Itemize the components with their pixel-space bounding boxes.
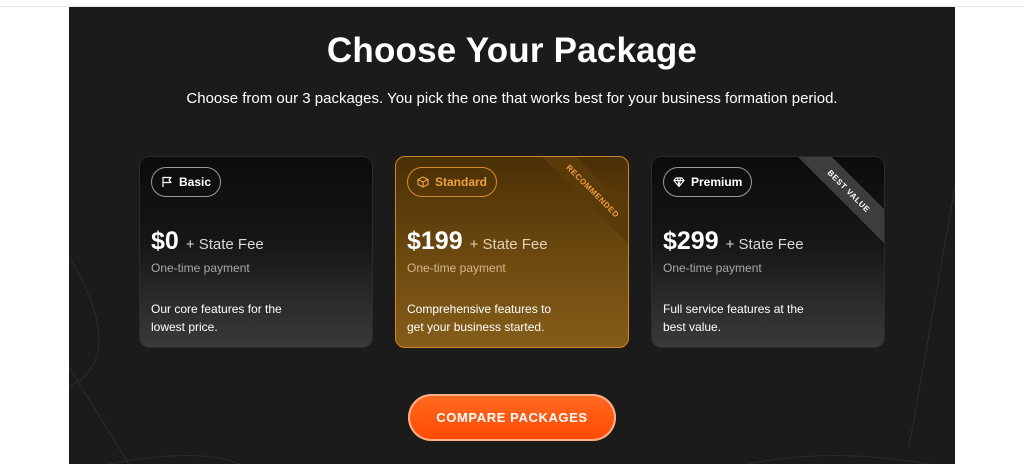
package-name: Premium [691,175,743,189]
state-fee-label: + State Fee [185,236,264,253]
package-name: Standard [435,175,488,189]
package-price: $0 [151,227,179,255]
payment-type: One-time payment [407,261,506,275]
recommended-ribbon: RECOMMENDED [538,157,628,246]
package-price: $299 [663,227,719,255]
pricing-section: Choose Your Package Choose from our 3 pa… [69,7,955,464]
diamond-icon [673,177,685,188]
package-card-premium[interactable]: Premium BEST VALUE $299 + State Fee One-… [651,156,885,348]
page-subtitle: Choose from our 3 packages. You pick the… [186,90,838,107]
best-value-ribbon: BEST VALUE [794,157,884,246]
state-fee-label: + State Fee [725,236,804,253]
state-fee-label: + State Fee [469,236,548,253]
package-card-standard[interactable]: Standard RECOMMENDED $199 + State Fee On… [395,156,629,348]
package-badge-premium: Premium [663,167,753,197]
page-title: Choose Your Package [326,31,698,70]
cube-icon [417,176,429,188]
package-description: Our core features for the lowest price. [151,302,282,334]
package-name: Basic [179,175,212,189]
package-badge-standard: Standard [407,167,498,197]
payment-type: One-time payment [151,261,250,275]
payment-type: One-time payment [663,261,762,275]
package-card-basic[interactable]: Basic $0 + State Fee One-time payment Ou… [139,156,373,348]
package-badge-basic: Basic [151,167,222,197]
flag-icon [162,176,172,187]
package-description: Full service features at the best value. [663,302,804,334]
compare-packages-button[interactable]: COMPARE PACKAGES [408,394,616,441]
package-price: $199 [407,227,463,255]
package-description: Comprehensive features to get your busin… [407,302,552,334]
